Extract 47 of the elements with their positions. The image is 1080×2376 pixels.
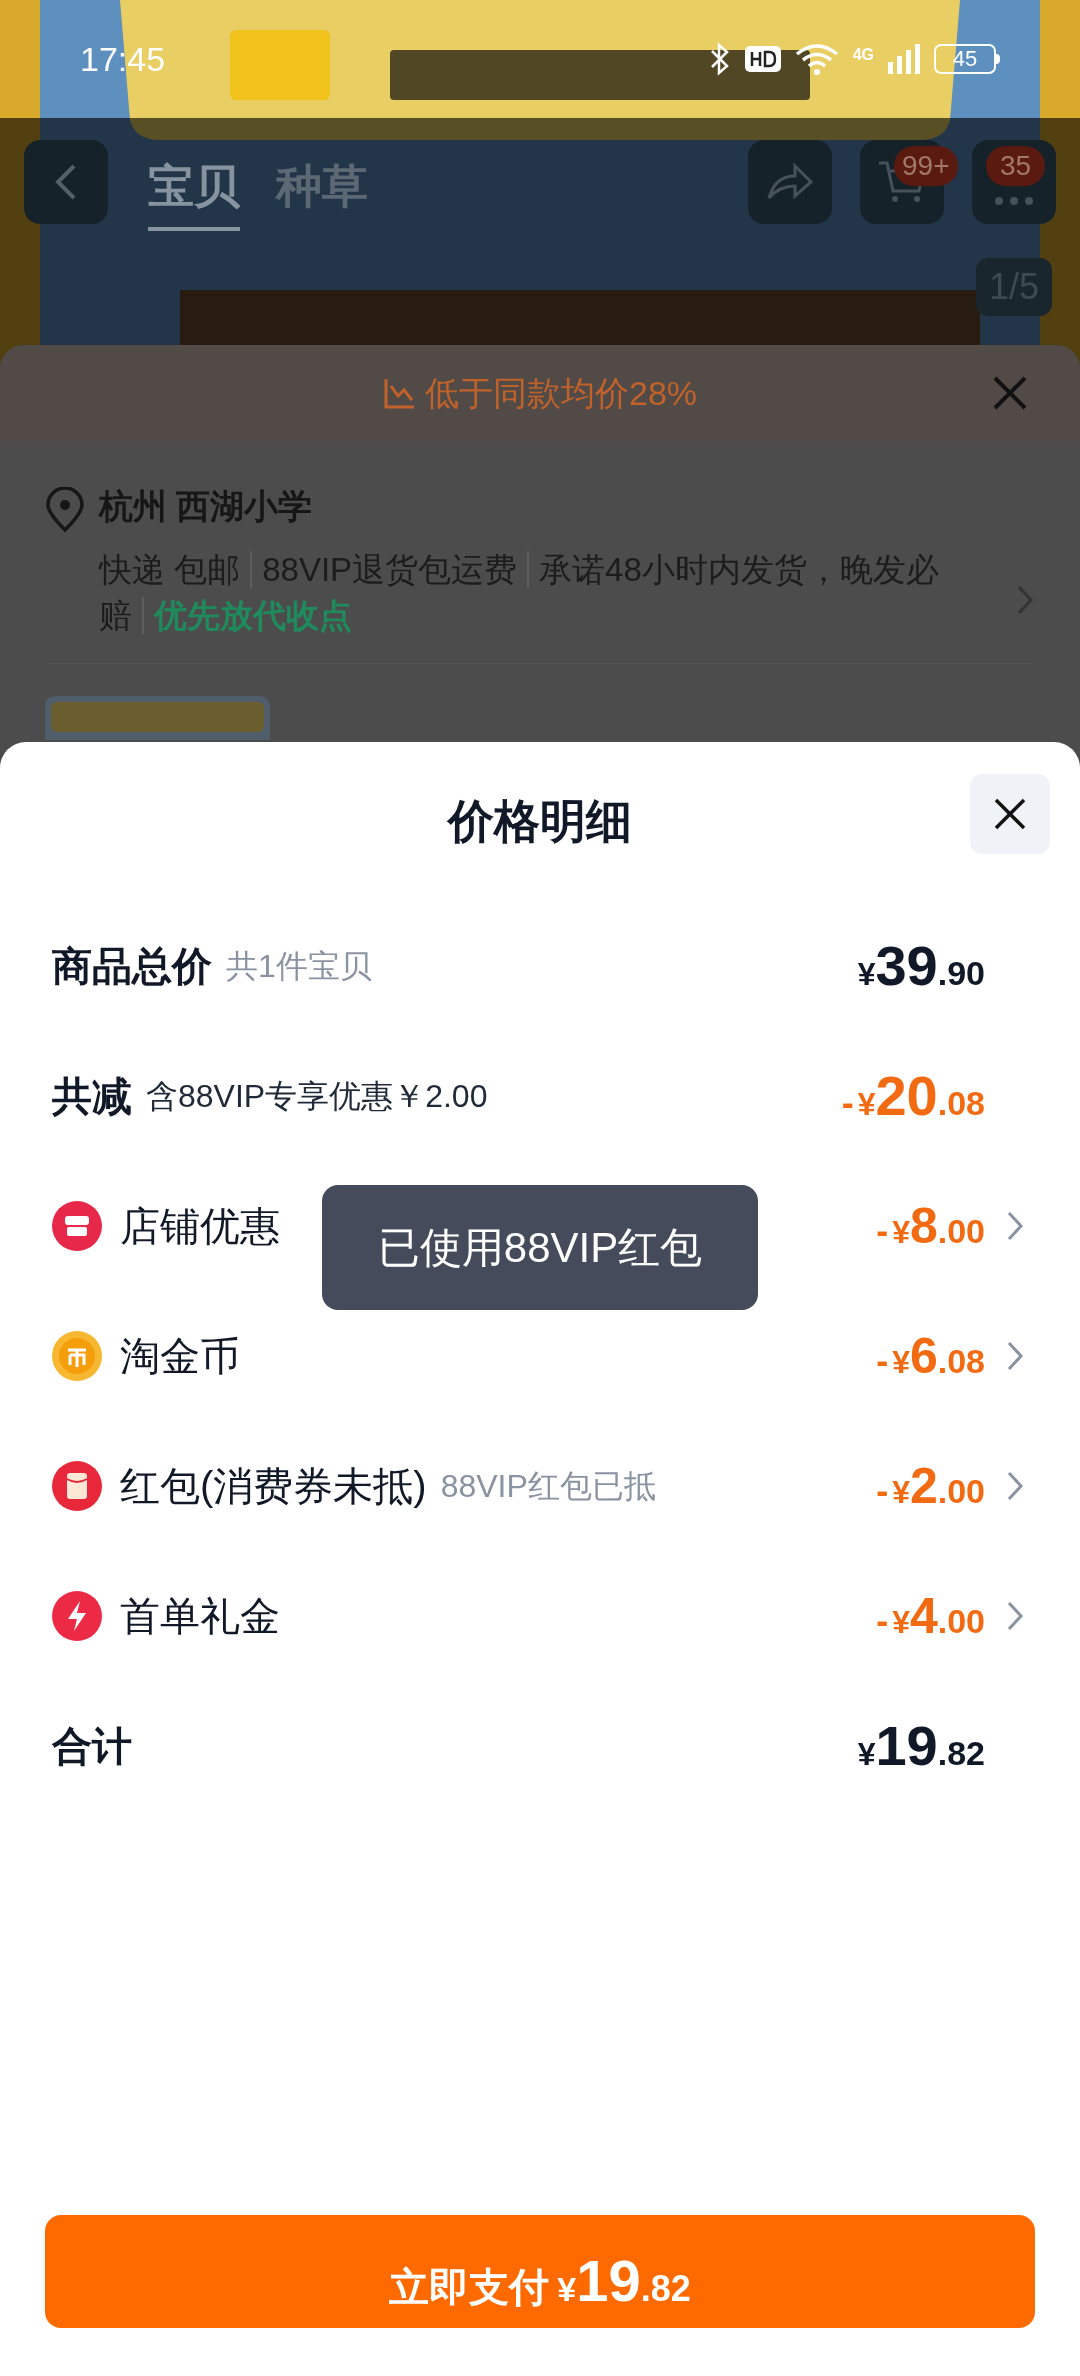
network-label: 4G	[852, 47, 874, 63]
close-button[interactable]	[970, 774, 1050, 854]
price-text: -¥4.00	[876, 1586, 985, 1646]
back-icon	[54, 162, 78, 202]
price-hint: 低于同款均价28%	[424, 372, 698, 414]
row-label: 共减	[52, 1073, 132, 1120]
location-pin-icon	[45, 487, 85, 533]
row-note: 88VIP红包已抵	[440, 1467, 656, 1506]
row-label: 淘金币	[120, 1333, 240, 1380]
coin-icon	[52, 1331, 102, 1381]
lightning-icon	[52, 1591, 102, 1641]
envelope-icon	[52, 1461, 102, 1511]
chevron-right-icon	[1005, 1209, 1025, 1243]
share-icon	[765, 162, 815, 202]
price-text: ¥19.82	[857, 1713, 985, 1779]
row-label: 店铺优惠	[120, 1203, 280, 1250]
pay-button[interactable]: 立即支付 ¥19.82	[45, 2215, 1035, 2328]
row-label: 商品总价	[52, 943, 212, 990]
price-text: -¥20.08	[841, 1063, 985, 1129]
price-text: -¥6.08	[876, 1326, 985, 1386]
chevron-right-icon	[1005, 1599, 1025, 1633]
signal-icon	[888, 44, 920, 74]
row-label: 合计	[52, 1723, 132, 1770]
row-label: 首单礼金	[120, 1593, 280, 1640]
row-label: 红包(消费券未抵)	[120, 1463, 427, 1510]
chevron-right-icon	[1015, 583, 1035, 617]
price-text: -¥2.00	[876, 1456, 985, 1516]
price-text: ¥39.90	[857, 933, 985, 999]
hd-icon	[744, 44, 781, 74]
tab[interactable]: 宝贝	[148, 152, 240, 231]
sheet-title: 价格明细	[448, 794, 632, 849]
close-icon	[992, 375, 1028, 411]
wifi-icon	[794, 42, 839, 76]
row-note: 含88VIP专享优惠￥2.00	[146, 1077, 488, 1116]
tab[interactable]: 种草	[276, 152, 368, 231]
store-icon	[52, 1201, 102, 1251]
more-icon	[994, 196, 1034, 206]
chevron-right-icon	[1005, 1469, 1025, 1503]
chevron-right-icon	[1005, 1339, 1025, 1373]
back-button[interactable]	[24, 140, 108, 224]
bluetooth-icon	[708, 41, 731, 77]
row-note: 共1件宝贝	[226, 947, 372, 986]
share-button[interactable]	[748, 140, 832, 224]
close-icon	[993, 797, 1027, 831]
trend-down-icon	[382, 376, 417, 410]
price-text: -¥8.00	[876, 1196, 985, 1256]
toast: 已使用88VIP红包	[322, 1185, 758, 1310]
